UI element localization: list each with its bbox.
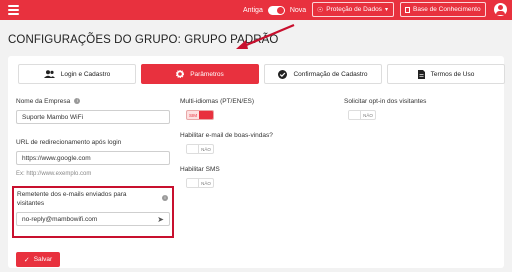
- book-icon: [405, 6, 410, 13]
- toggle-on-label: SIM: [188, 112, 197, 118]
- sms-toggle[interactable]: NÃO: [186, 178, 214, 188]
- welcome-email-toggle[interactable]: NÃO: [186, 144, 214, 154]
- optin-toggle[interactable]: NÃO: [348, 110, 376, 120]
- toggle-off-label: NÃO: [201, 146, 211, 152]
- sender-email-label: Remetente dos e-mails enviados para visi…: [17, 191, 127, 207]
- shield-icon: ☉: [317, 6, 324, 14]
- save-button-label: Salvar: [33, 256, 53, 263]
- toggle-knob: [187, 179, 199, 187]
- toggle-knob: [199, 111, 213, 119]
- toggle-off-label: NÃO: [201, 180, 211, 186]
- privacy-button-label: Proteção de Dados: [326, 6, 382, 13]
- user-avatar-icon[interactable]: [494, 3, 507, 16]
- autofill-icon[interactable]: ➤: [157, 215, 164, 224]
- info-icon[interactable]: i: [162, 195, 168, 201]
- top-navbar: Antiga Nova ☉ Proteção de Dados ▾ Base d…: [0, 0, 512, 20]
- version-new-label: Nova: [289, 6, 307, 14]
- tab-confirmacao-cadastro[interactable]: Confirmação de Cadastro: [264, 64, 382, 84]
- redirect-url-hint: Ex: http://www.exemplo.com: [16, 171, 92, 177]
- tab-label: Login e Cadastro: [60, 70, 111, 78]
- chevron-down-icon: ▾: [384, 7, 388, 13]
- tab-label: Parâmetros: [190, 70, 224, 78]
- sender-email-input[interactable]: no-reply@mambowifi.com ➤: [16, 212, 170, 226]
- tab-label: Confirmação de Cadastro: [293, 70, 368, 78]
- gear-icon: [176, 70, 185, 78]
- toggle-knob: [187, 145, 199, 153]
- check-circle-icon: [278, 69, 288, 79]
- tab-termos-uso[interactable]: Termos de Uso: [387, 64, 505, 84]
- check-icon: ✓: [23, 256, 30, 264]
- redirect-url-input[interactable]: https://www.google.com: [16, 151, 170, 165]
- tab-bar: Login e Cadastro Parâmetros Confirmação …: [18, 64, 505, 84]
- version-toggle[interactable]: [267, 5, 285, 15]
- settings-card: Login e Cadastro Parâmetros Confirmação …: [8, 56, 505, 268]
- sms-label: Habilitar SMS: [180, 166, 220, 173]
- redirect-url-label: URL de redirecionamento após login: [16, 139, 122, 146]
- knowledge-base-label: Base de Conhecimento: [413, 6, 481, 13]
- welcome-email-label: Habilitar e-mail de boas-vindas?: [180, 132, 273, 139]
- annotation-arrow: [236, 23, 295, 49]
- knowledge-base-button[interactable]: Base de Conhecimento: [400, 2, 486, 17]
- document-icon: [417, 69, 425, 79]
- company-name-input[interactable]: Suporte Mambo WiFi: [16, 110, 170, 124]
- tab-parametros[interactable]: Parâmetros: [141, 64, 259, 84]
- info-icon[interactable]: i: [74, 98, 81, 105]
- users-icon: [43, 70, 55, 78]
- multilang-label: Multi-idiomas (PT/EN/ES): [180, 98, 255, 105]
- toggle-knob: [349, 111, 361, 119]
- privacy-button[interactable]: ☉ Proteção de Dados ▾: [312, 2, 394, 17]
- save-button[interactable]: ✓ Salvar: [16, 252, 60, 267]
- multilang-toggle[interactable]: SIM: [186, 110, 214, 120]
- toggle-off-label: NÃO: [363, 112, 373, 118]
- tab-login-cadastro[interactable]: Login e Cadastro: [18, 64, 136, 84]
- version-old-label: Antiga: [243, 6, 263, 14]
- sender-email-value: no-reply@mambowifi.com: [22, 215, 98, 223]
- tab-label: Termos de Uso: [430, 70, 475, 78]
- menu-icon[interactable]: [8, 5, 19, 15]
- optin-label: Solicitar opt-in dos visitantes: [344, 98, 427, 105]
- company-name-label: Nome da Empresa i: [16, 98, 81, 105]
- version-switch: Antiga Nova: [243, 4, 306, 16]
